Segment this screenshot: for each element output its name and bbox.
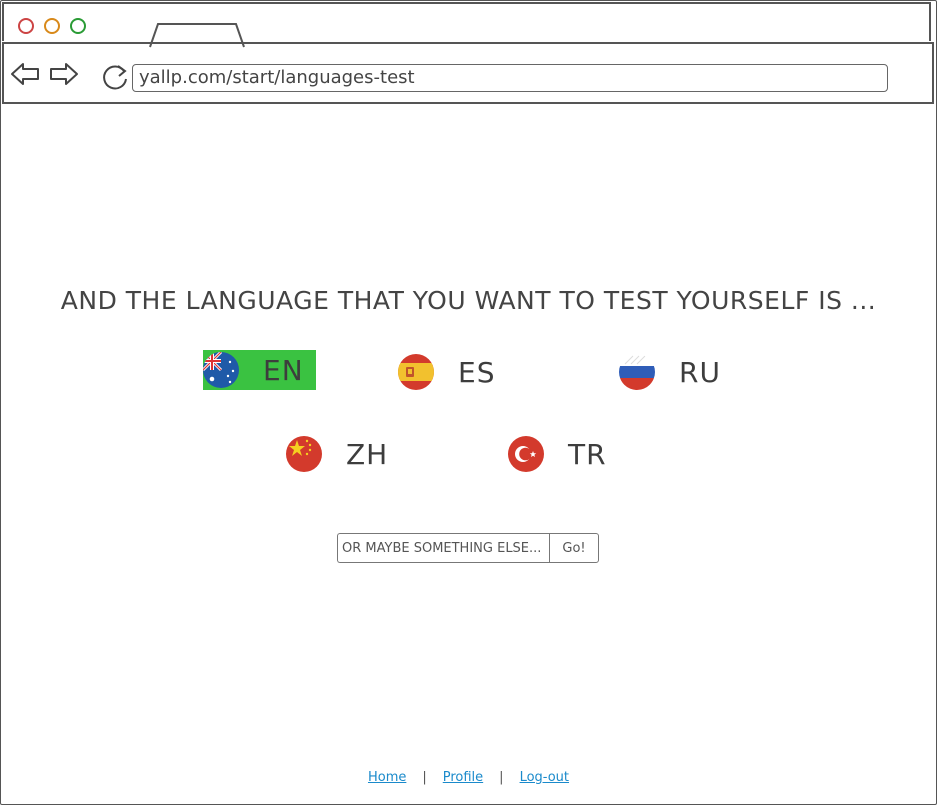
language-option-es[interactable]: ES	[398, 352, 508, 392]
page-heading: AND THE LANGUAGE THAT YOU WANT TO TEST Y…	[60, 286, 877, 315]
url-field[interactable]: yallp.com/start/languages-test	[132, 64, 888, 92]
maximize-window-icon[interactable]	[70, 18, 86, 34]
address-bar: yallp.com/start/languages-test	[2, 42, 934, 104]
other-language-input[interactable]	[337, 533, 549, 563]
language-option-tr[interactable]: TR	[508, 434, 618, 474]
language-code: EN	[263, 353, 304, 387]
browser-window	[0, 0, 937, 805]
forward-arrow-icon[interactable]	[49, 62, 79, 86]
language-code: ES	[458, 355, 496, 389]
language-option-ru[interactable]: RU	[619, 352, 729, 392]
russia-flag-icon	[619, 354, 655, 390]
back-arrow-icon[interactable]	[10, 62, 40, 86]
language-code: RU	[679, 355, 721, 389]
close-window-icon[interactable]	[18, 18, 34, 34]
spain-flag-icon	[398, 354, 434, 390]
language-option-zh[interactable]: ZH	[286, 434, 396, 474]
footer-separator: |	[422, 770, 427, 785]
footer-link-profile[interactable]: Profile	[443, 770, 483, 785]
language-code: ZH	[346, 437, 389, 471]
australia-flag-icon	[203, 352, 239, 388]
window-titlebar	[2, 2, 931, 48]
other-language-group: Go!	[337, 533, 599, 563]
footer-link-home[interactable]: Home	[368, 770, 406, 785]
footer-nav: Home | Profile | Log-out	[0, 770, 937, 785]
turkey-flag-icon	[508, 436, 544, 472]
reload-icon[interactable]	[100, 62, 132, 92]
language-option-en[interactable]: EN	[203, 350, 316, 390]
china-flag-icon	[286, 436, 322, 472]
footer-link-logout[interactable]: Log-out	[520, 770, 569, 785]
language-code: TR	[568, 437, 607, 471]
go-button[interactable]: Go!	[549, 533, 599, 563]
footer-separator: |	[499, 770, 504, 785]
minimize-window-icon[interactable]	[44, 18, 60, 34]
